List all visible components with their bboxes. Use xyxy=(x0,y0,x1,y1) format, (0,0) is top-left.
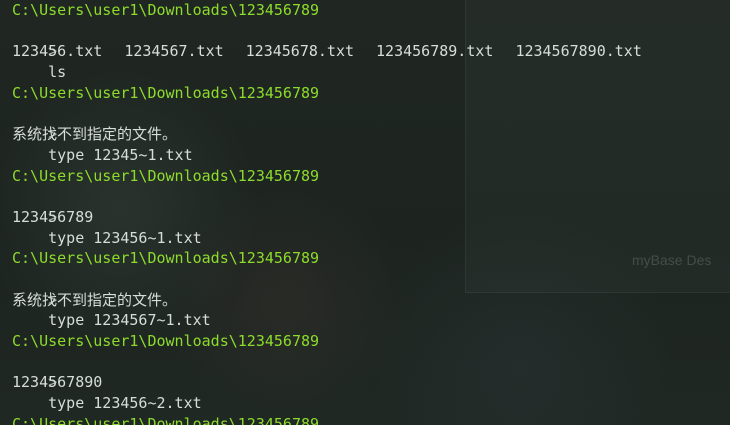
command-text: ls xyxy=(48,63,67,82)
command-output: 123456789 xyxy=(12,207,94,226)
command-line: > ls xyxy=(12,21,722,81)
file-name: 123456789.txt xyxy=(376,42,494,61)
ls-output: 123456.txt 1234567.txt 12345678.txt 1234… xyxy=(12,41,722,62)
terminal-window[interactable]: C:\Users\user1\Downloads\123456789 > ls … xyxy=(12,0,722,425)
command-text: type 1234567~1.txt xyxy=(48,311,211,330)
command-output: 系统找不到指定的文件。 xyxy=(12,290,178,309)
command-output: 系统找不到指定的文件。 xyxy=(12,125,178,144)
command-line: > type 123456~2.txt xyxy=(12,352,722,412)
file-name: 1234567890.txt xyxy=(515,42,642,61)
command-line: > type 123456~1.txt xyxy=(12,186,722,247)
file-name: 1234567.txt xyxy=(124,42,224,61)
command-text: type 123456~1.txt xyxy=(48,228,202,247)
prompt-path: C:\Users\user1\Downloads\123456789 xyxy=(12,166,320,185)
file-name: 123456.txt xyxy=(12,42,103,61)
command-line: > type 12345~1.txt xyxy=(12,103,722,164)
prompt-path: C:\Users\user1\Downloads\123456789 xyxy=(12,332,320,350)
prompt-path: C:\Users\user1\Downloads\123456789 xyxy=(12,83,320,102)
command-text: type 123456~2.txt xyxy=(48,394,202,413)
command-output: 1234567890 xyxy=(12,373,103,392)
command-line: > type 1234567~1.txt xyxy=(12,269,722,330)
prompt-path: C:\Users\user1\Downloads\123456789 xyxy=(12,249,320,268)
prompt-path: C:\Users\user1\Downloads\123456789 xyxy=(12,1,320,19)
file-name: 12345678.txt xyxy=(245,42,355,61)
prompt-path: C:\Users\user1\Downloads\123456789 xyxy=(12,414,320,425)
command-text: type 12345~1.txt xyxy=(48,145,193,164)
